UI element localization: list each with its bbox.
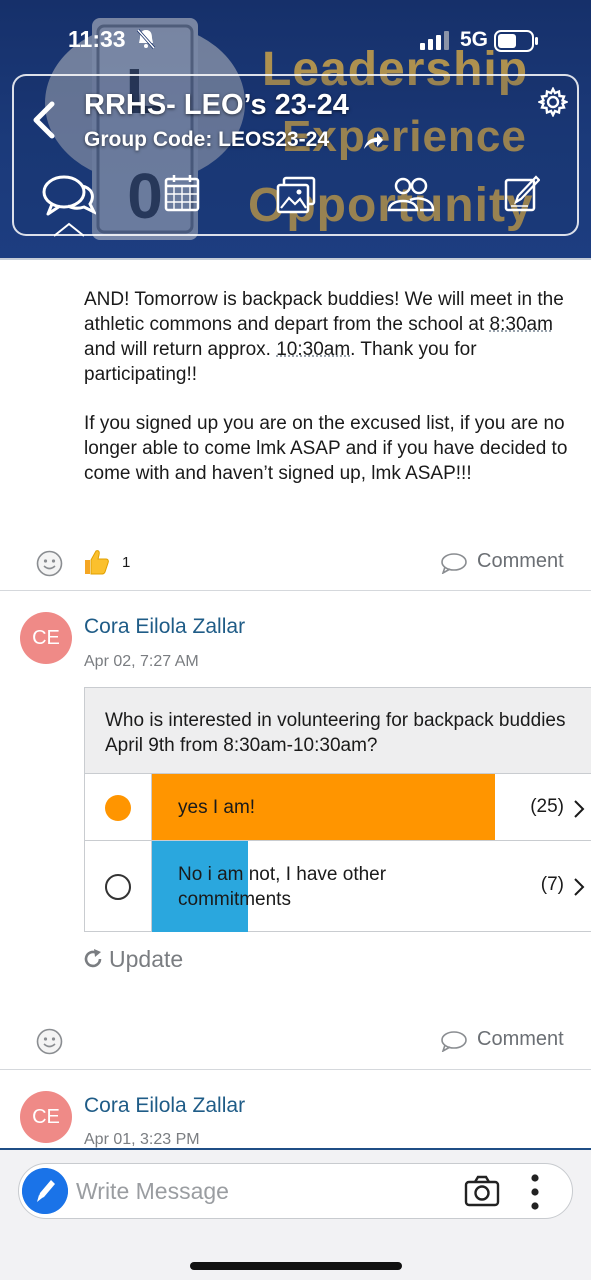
members-icon[interactable] <box>386 176 436 212</box>
radio-unselected[interactable] <box>105 874 131 900</box>
bell-muted-icon <box>136 29 156 49</box>
group-header: L 0 Leadership Experience Opportunity 11… <box>0 0 591 258</box>
comment-button[interactable]: Comment <box>477 1028 564 1051</box>
update-poll-button[interactable]: Update <box>82 944 183 974</box>
poll-option-label: No i am not, I have other commitments <box>178 864 387 910</box>
poll-vote-count[interactable]: (25) <box>530 796 564 818</box>
comment-bubble-icon[interactable] <box>440 1030 468 1052</box>
calendar-icon[interactable] <box>164 174 200 212</box>
battery-icon <box>494 30 538 52</box>
refresh-icon <box>84 949 102 968</box>
group-title: RRHS- LEO’s 23-24 <box>84 89 349 121</box>
network-type: 5G <box>460 28 489 51</box>
back-button[interactable] <box>30 100 58 140</box>
poll-card: Who is interested in volunteering for ba… <box>84 687 591 932</box>
gear-icon[interactable] <box>538 87 568 117</box>
chevron-right-icon[interactable] <box>572 876 586 898</box>
post-text-segment: and will return approx. <box>84 339 277 360</box>
comment-button[interactable]: Comment <box>477 550 564 573</box>
feed-top-border <box>0 258 591 260</box>
more-options-icon[interactable] <box>528 1172 542 1212</box>
add-reaction-smiley-icon[interactable] <box>36 1028 63 1055</box>
post-timestamp: Apr 02, 7:27 AM <box>84 653 199 670</box>
post-author[interactable]: Cora Eilola Zallar <box>84 1094 245 1118</box>
notes-icon[interactable] <box>504 174 540 212</box>
radio-selected[interactable] <box>105 795 131 821</box>
share-icon[interactable] <box>362 131 384 151</box>
post-divider <box>0 1069 591 1070</box>
time-link[interactable]: 8:30am <box>490 314 553 335</box>
poll-column-divider <box>151 841 152 932</box>
poll-vote-count[interactable]: (7) <box>541 874 564 896</box>
like-count: 1 <box>122 554 131 571</box>
active-tab-pointer <box>54 222 84 237</box>
camera-icon[interactable] <box>464 1175 500 1207</box>
time-link[interactable]: 10:30am <box>276 339 350 360</box>
photos-icon[interactable] <box>276 176 316 214</box>
poll-question: Who is interested in volunteering for ba… <box>85 688 591 774</box>
post-author[interactable]: Cora Eilola Zallar <box>84 615 245 639</box>
post1-reaction-bar: 1 Comment <box>0 544 591 584</box>
avatar[interactable]: CE <box>20 612 72 664</box>
post-divider <box>0 590 591 591</box>
signal-strength-icon <box>420 31 449 50</box>
chevron-right-icon[interactable] <box>572 798 586 820</box>
poll-option-yes[interactable]: yes I am! (25) <box>85 774 591 841</box>
poll-option-no[interactable]: No i am not, I have other commitments (7… <box>85 841 591 932</box>
post-paragraph-1: AND! Tomorrow is backpack buddies! We wi… <box>84 287 574 387</box>
poll-option-label: yes I am! <box>178 797 256 818</box>
status-time: 11:33 <box>68 26 126 52</box>
group-code: Group Code: LEOS23-24 <box>84 128 330 151</box>
poll-column-divider <box>151 774 152 840</box>
comment-bubble-icon[interactable] <box>440 552 468 574</box>
post-timestamp: Apr 01, 3:23 PM <box>84 1131 200 1148</box>
avatar[interactable]: CE <box>20 1091 72 1143</box>
home-indicator <box>190 1262 402 1270</box>
app-screen: L 0 Leadership Experience Opportunity 11… <box>0 0 591 1280</box>
add-reaction-smiley-icon[interactable] <box>36 550 63 577</box>
post-paragraph-2: If you signed up you are on the excused … <box>84 413 568 484</box>
chat-icon[interactable] <box>40 172 96 222</box>
thumbs-up-icon[interactable] <box>82 548 110 576</box>
post2-reaction-bar: Comment <box>0 1022 591 1062</box>
update-label: Update <box>109 945 184 972</box>
pen-icon[interactable] <box>22 1168 68 1214</box>
message-input[interactable] <box>76 1175 446 1207</box>
